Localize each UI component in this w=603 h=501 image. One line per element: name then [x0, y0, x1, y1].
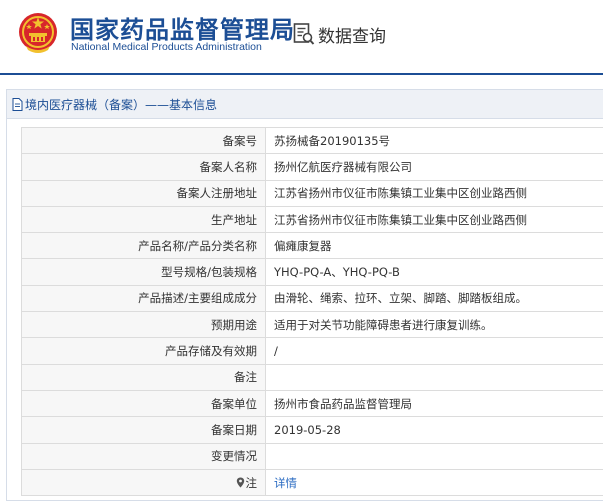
field-value: 江苏省扬州市仪征市陈集镇工业集中区创业路西侧: [265, 205, 603, 234]
field-label: 预期用途: [21, 311, 266, 339]
field-value: 苏扬械备20190135号: [265, 126, 603, 155]
table-row: 型号规格/包装规格 YHQ-PQ-A、YHQ-PQ-B: [21, 258, 603, 286]
field-value: [265, 442, 603, 470]
table-row: 备案号 苏扬械备20190135号: [21, 126, 603, 155]
field-label: 变更情况: [21, 442, 266, 470]
table-row: 产品名称/产品分类名称 偏瘫康复器: [21, 232, 603, 260]
field-label: 注: [245, 475, 258, 490]
note-label-cell: 注: [21, 468, 266, 497]
field-value: [265, 363, 603, 391]
field-label: 备案人注册地址: [21, 179, 266, 207]
field-value: 由滑轮、绳索、拉环、立架、脚踏、脚踏板组成。: [265, 284, 603, 313]
field-label: 生产地址: [21, 205, 266, 234]
field-value: 2019-05-28: [265, 416, 603, 444]
document-icon: [12, 97, 23, 111]
panel-title: 境内医疗器械（备案）——基本信息: [25, 97, 218, 112]
table-row: 备注: [21, 363, 603, 391]
table-row: 变更情况: [21, 442, 603, 470]
field-value: 扬州亿航医疗器械有限公司: [265, 153, 603, 181]
field-label: 型号规格/包装规格: [21, 258, 266, 286]
panel-header: 境内医疗器械（备案）——基本信息: [7, 90, 603, 119]
document-search-icon: [293, 23, 315, 45]
table-row: 注 详情: [21, 468, 603, 497]
field-value: YHQ-PQ-A、YHQ-PQ-B: [265, 258, 603, 286]
field-label: 备注: [21, 363, 266, 391]
site-header: 国家药品监督管理局 National Medical Products Admi…: [0, 0, 603, 73]
table-row: 预期用途 适用于对关节功能障碍患者进行康复训练。: [21, 311, 603, 339]
field-value: /: [265, 337, 603, 365]
field-value: 江苏省扬州市仪征市陈集镇工业集中区创业路西侧: [265, 179, 603, 207]
table-row: 备案人名称 扬州亿航医疗器械有限公司: [21, 153, 603, 181]
site-subtitle: National Medical Products Administration: [71, 41, 262, 53]
info-panel: 境内医疗器械（备案）——基本信息 备案号 苏扬械备20190135号 备案人名称…: [6, 89, 603, 501]
table-row: 产品描述/主要组成成分 由滑轮、绳索、拉环、立架、脚踏、脚踏板组成。: [21, 284, 603, 313]
national-emblem-icon: [19, 13, 57, 53]
site-title: 国家药品监督管理局: [70, 16, 295, 44]
field-value: 适用于对关节功能障碍患者进行康复训练。: [265, 311, 603, 339]
table-row: 生产地址 江苏省扬州市仪征市陈集镇工业集中区创业路西侧: [21, 205, 603, 234]
table-row: 产品存储及有效期 /: [21, 337, 603, 365]
record-table: 备案号 苏扬械备20190135号 备案人名称 扬州亿航医疗器械有限公司 备案人…: [21, 126, 603, 497]
field-value: 扬州市食品药品监督管理局: [265, 389, 603, 418]
field-label: 备案日期: [21, 416, 266, 444]
field-value: 详情: [265, 468, 603, 497]
data-query-label: 数据查询: [318, 26, 386, 47]
field-label: 产品存储及有效期: [21, 337, 266, 365]
header-divider: [0, 73, 603, 75]
field-label: 备案号: [21, 126, 266, 155]
table-row: 备案日期 2019-05-28: [21, 416, 603, 444]
details-link[interactable]: 详情: [274, 476, 297, 490]
field-label: 产品描述/主要组成成分: [21, 284, 266, 313]
table-row: 备案人注册地址 江苏省扬州市仪征市陈集镇工业集中区创业路西侧: [21, 179, 603, 207]
field-value: 偏瘫康复器: [265, 232, 603, 260]
table-row: 备案单位 扬州市食品药品监督管理局: [21, 389, 603, 418]
map-pin-icon: [236, 477, 244, 487]
field-label: 备案单位: [21, 389, 266, 418]
field-label: 产品名称/产品分类名称: [21, 232, 266, 260]
data-query-link[interactable]: 数据查询: [293, 20, 386, 48]
field-label: 备案人名称: [21, 153, 266, 181]
